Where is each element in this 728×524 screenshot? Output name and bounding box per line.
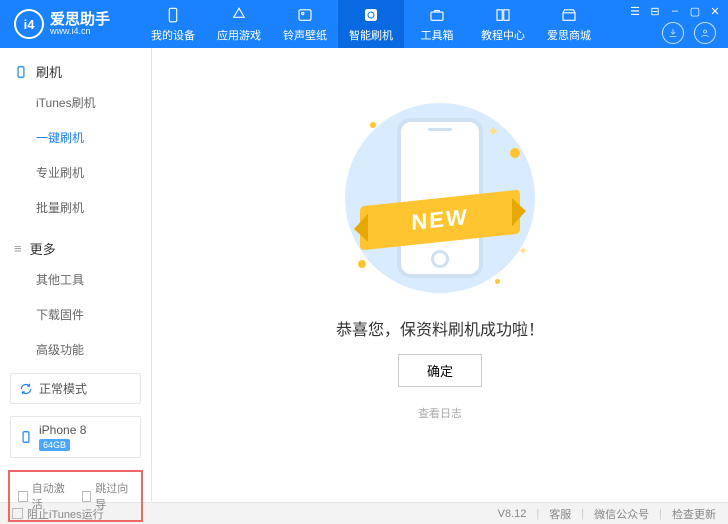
sidebar-item-itunes[interactable]: iTunes刷机: [0, 85, 151, 120]
app-name: 爱思助手: [50, 12, 110, 27]
nav-label: 铃声壁纸: [283, 27, 327, 43]
block-itunes-check[interactable]: 阻止iTunes运行: [12, 506, 104, 522]
sidebar-section-more: ≡ 更多: [0, 225, 151, 262]
view-log-link[interactable]: 查看日志: [418, 405, 462, 421]
nav-label: 智能刷机: [349, 27, 393, 43]
book-icon: [494, 6, 512, 24]
sidebar-item-batch[interactable]: 批量刷机: [0, 190, 151, 225]
success-illustration: NEW ✦✦: [340, 98, 540, 298]
app-url: www.i4.cn: [50, 27, 110, 36]
logo-badge-icon: i4: [14, 9, 44, 39]
nav-label: 爱思商城: [547, 27, 591, 43]
phone-icon: [14, 65, 28, 79]
list-icon: ≡: [14, 241, 22, 256]
refresh-icon: [362, 6, 380, 24]
nav-apps[interactable]: 应用游戏: [206, 0, 272, 48]
ok-button[interactable]: 确定: [398, 354, 482, 387]
success-message: 恭喜您，保资料刷机成功啦！: [336, 316, 544, 340]
nav-label: 我的设备: [151, 27, 195, 43]
nav-my-device[interactable]: 我的设备: [140, 0, 206, 48]
pin-icon[interactable]: ⊟: [648, 4, 662, 18]
sidebar-item-oneclick[interactable]: 一键刷机: [0, 120, 151, 155]
user-icon[interactable]: [694, 22, 716, 44]
support-link[interactable]: 客服: [549, 506, 571, 522]
toolbox-icon: [428, 6, 446, 24]
sidebar-section-flash: 刷机: [0, 48, 151, 85]
storage-badge: 64GB: [39, 439, 70, 451]
nav-label: 应用游戏: [217, 27, 261, 43]
sidebar-item-tools[interactable]: 其他工具: [0, 262, 151, 297]
device-name: iPhone 8: [39, 423, 86, 437]
nav-ringtones[interactable]: 铃声壁纸: [272, 0, 338, 48]
close-icon[interactable]: ✕: [708, 4, 722, 18]
wechat-link[interactable]: 微信公众号: [594, 506, 649, 522]
mode-label: 正常模式: [39, 380, 87, 397]
sidebar-item-download[interactable]: 下载固件: [0, 297, 151, 332]
maximize-icon[interactable]: ▢: [688, 4, 702, 18]
phone-icon: [19, 427, 33, 447]
nav-toolbox[interactable]: 工具箱: [404, 0, 470, 48]
update-link[interactable]: 检查更新: [672, 506, 716, 522]
nav-label: 工具箱: [421, 27, 454, 43]
logo: i4 爱思助手 www.i4.cn: [0, 9, 140, 39]
version-label: V8.12: [498, 508, 527, 520]
download-icon[interactable]: [662, 22, 684, 44]
device-icon: [164, 6, 182, 24]
sync-icon: [19, 382, 33, 396]
image-icon: [296, 6, 314, 24]
sidebar-item-pro[interactable]: 专业刷机: [0, 155, 151, 190]
minimize-icon[interactable]: –: [668, 4, 682, 18]
shop-icon: [560, 6, 578, 24]
mode-button[interactable]: 正常模式: [10, 373, 141, 404]
nav-shop[interactable]: 爱思商城: [536, 0, 602, 48]
menu-icon[interactable]: ☰: [628, 4, 642, 18]
app-icon: [230, 6, 248, 24]
sidebar-item-advanced[interactable]: 高级功能: [0, 332, 151, 367]
device-button[interactable]: iPhone 8 64GB: [10, 416, 141, 458]
nav-smartflash[interactable]: 智能刷机: [338, 0, 404, 48]
nav-label: 教程中心: [481, 27, 525, 43]
nav-tutorials[interactable]: 教程中心: [470, 0, 536, 48]
